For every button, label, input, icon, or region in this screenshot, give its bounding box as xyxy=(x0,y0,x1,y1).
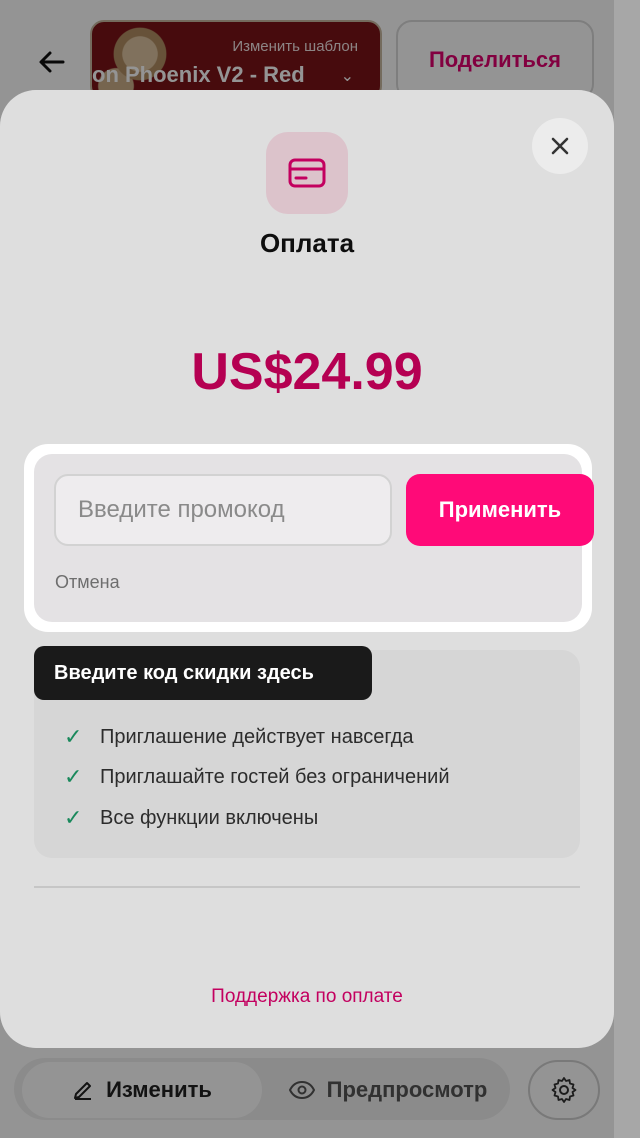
close-button[interactable] xyxy=(532,118,588,174)
promo-code-input[interactable] xyxy=(54,474,392,546)
scroll-edge xyxy=(614,0,640,1138)
apply-button[interactable]: Применить xyxy=(406,474,594,546)
close-icon xyxy=(551,137,569,155)
cancel-link[interactable]: Отмена xyxy=(55,572,120,593)
tooltip: Введите код скидки здесь xyxy=(34,646,372,700)
